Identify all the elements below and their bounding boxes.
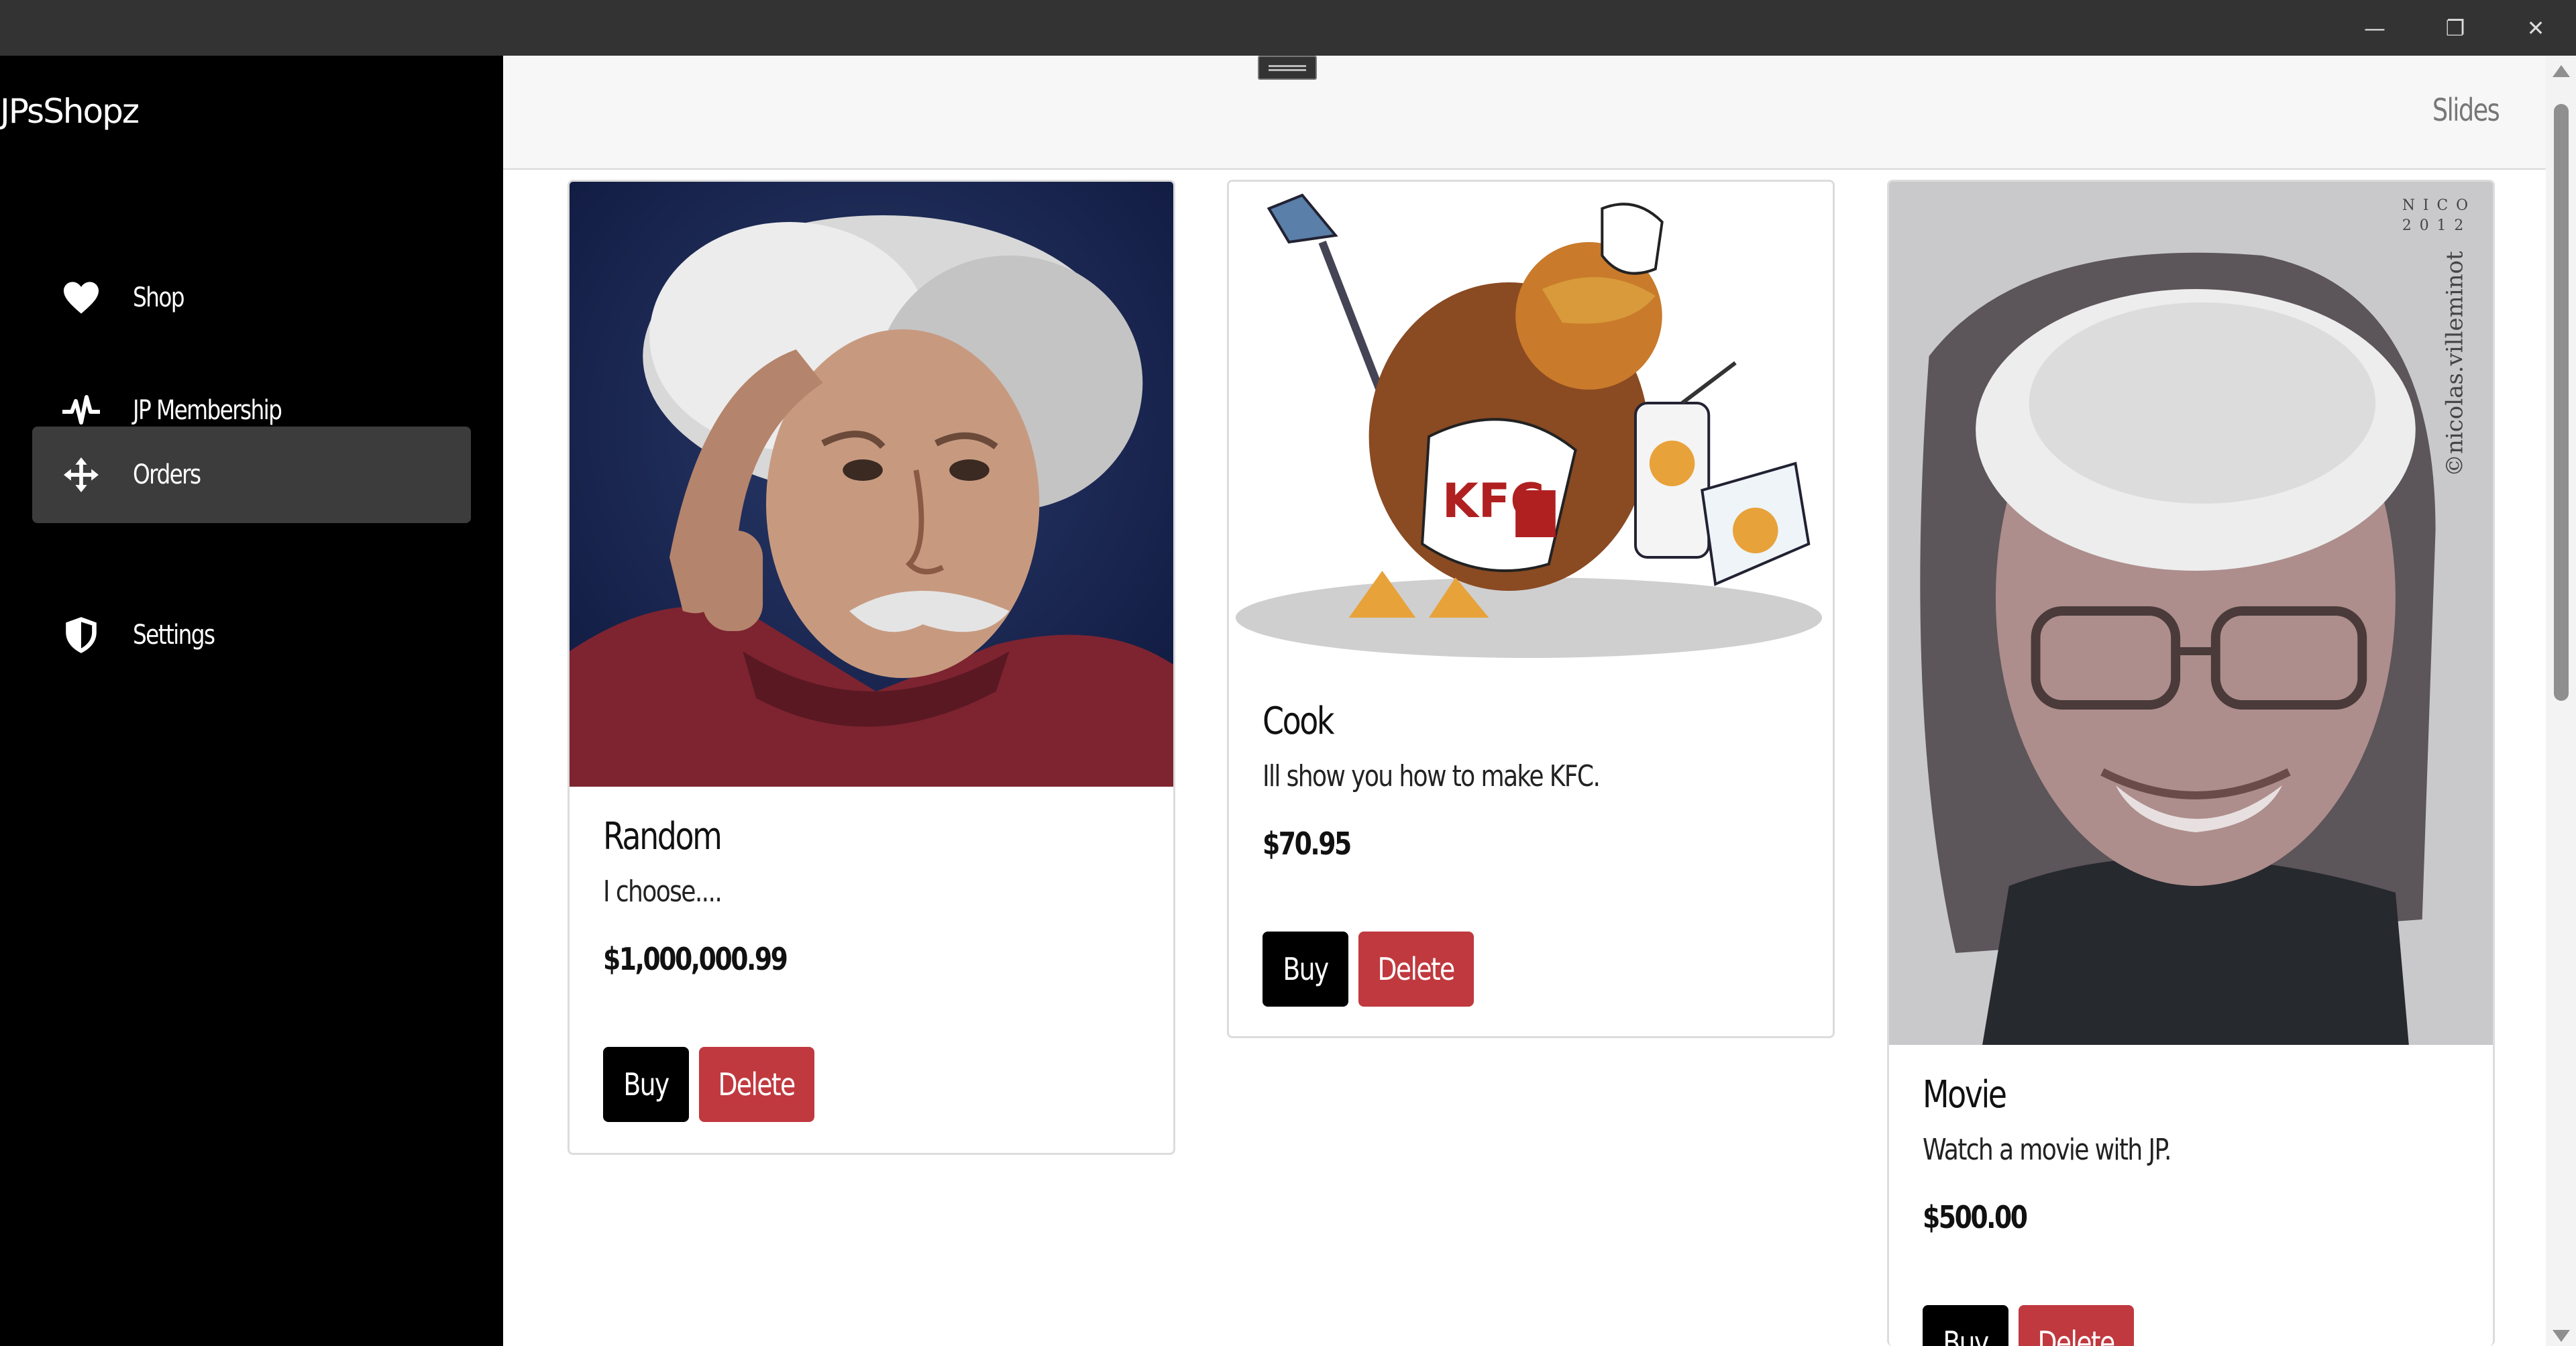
card-body: Cook Ill show you how to make KFC. $70.9… [1229, 699, 1833, 862]
product-image-kfc-turkey: KFC [1229, 182, 1833, 671]
vertical-scrollbar[interactable] [2546, 56, 2576, 1346]
product-card-movie: ©nicolas.villeminot NICO 2012 Movie Watc… [1887, 180, 2495, 1346]
sidebar-item-shop[interactable]: Shop [32, 249, 471, 346]
delete-button[interactable]: Delete [2019, 1305, 2134, 1346]
drag-handle-icon[interactable] [1258, 56, 1317, 80]
sidebar-item-label: Shop [133, 282, 185, 313]
product-title: Random [603, 815, 722, 858]
slides-link[interactable]: Slides [2432, 92, 2500, 128]
card-body: Movie Watch a movie with JP. $500.00 [1889, 1073, 2493, 1235]
product-description: I choose.... [603, 875, 722, 909]
sidebar-item-orders[interactable]: Orders [32, 427, 471, 523]
buy-button[interactable]: Buy [603, 1047, 689, 1122]
heart-icon [60, 277, 102, 319]
product-price: $1,000,000.99 [603, 941, 788, 977]
scroll-up-icon[interactable] [2553, 65, 2570, 77]
pulse-icon [60, 390, 102, 431]
brand-logo[interactable]: JPsShopz [0, 92, 140, 131]
artist-stamp-line2: 2012 [2402, 217, 2471, 234]
scroll-down-icon[interactable] [2553, 1330, 2570, 1342]
close-icon[interactable]: ✕ [2496, 0, 2576, 56]
sidebar-item-label: Orders [133, 459, 201, 490]
delete-button[interactable]: Delete [1358, 932, 1474, 1007]
sidebar-item-label: Settings [133, 620, 215, 651]
sidebar-item-label: JP Membership [133, 395, 282, 426]
sidebar: JPsShopz Shop JP Membership Orders Setti… [0, 56, 503, 1346]
buy-button[interactable]: Buy [1263, 932, 1348, 1007]
artist-signature: ©nicolas.villeminot [2441, 251, 2467, 477]
product-card-cook: KFC Cook Ill show you how to make KFC. $… [1227, 180, 1835, 1038]
product-image-stan-lee: ©nicolas.villeminot NICO 2012 [1889, 182, 2493, 1045]
card-body: Random I choose.... $1,000,000.99 [570, 815, 1173, 977]
product-description: Watch a movie with JP. [1923, 1133, 2171, 1167]
move-arrows-icon [60, 454, 102, 496]
product-title: Cook [1263, 699, 1334, 743]
product-price: $70.95 [1263, 826, 1352, 862]
product-title: Movie [1923, 1073, 2007, 1117]
product-price: $500.00 [1923, 1199, 2028, 1235]
top-navbar: Slides [503, 56, 2546, 170]
restore-icon[interactable]: ❐ [2415, 0, 2496, 56]
scroll-thumb[interactable] [2554, 104, 2569, 701]
minimize-icon[interactable]: — [2334, 0, 2415, 56]
sidebar-item-settings[interactable]: Settings [32, 587, 471, 683]
product-description: Ill show you how to make KFC. [1263, 759, 1601, 793]
window-title-bar: — ❐ ✕ [0, 0, 2576, 56]
delete-button[interactable]: Delete [699, 1047, 814, 1122]
shield-icon [60, 614, 102, 656]
product-card-random: Random I choose.... $1,000,000.99 Buy De… [568, 180, 1175, 1155]
product-image-einstein [570, 182, 1173, 787]
artist-stamp-line1: NICO [2402, 197, 2476, 214]
buy-button[interactable]: Buy [1923, 1305, 2008, 1346]
